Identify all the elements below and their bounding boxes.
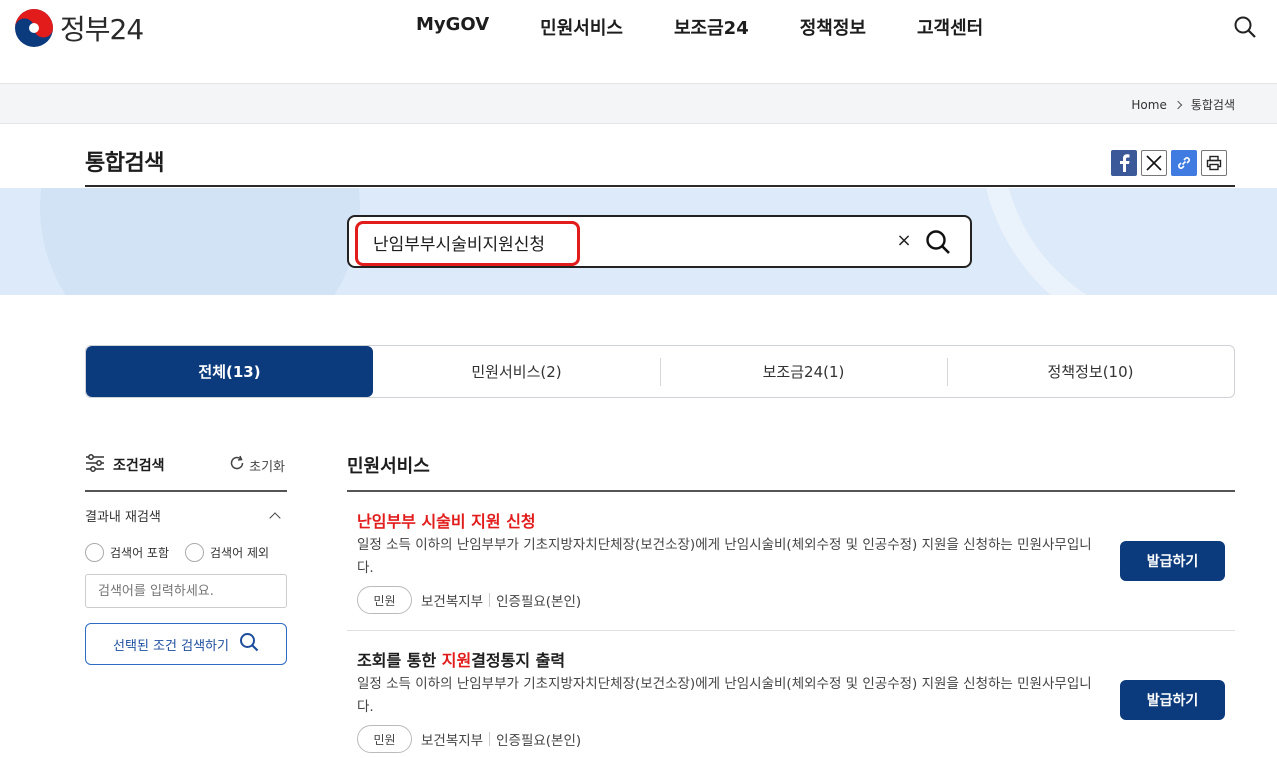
keyword-input[interactable]: [85, 574, 287, 608]
include-label: 검색어 포함: [110, 546, 170, 560]
sliders-icon: [85, 454, 105, 476]
print-icon[interactable]: [1201, 150, 1227, 176]
breadcrumb-current: 통합검색: [1190, 98, 1235, 112]
condition-search-button[interactable]: 선택된 조건 검색하기: [85, 623, 287, 665]
auth-required: 인증필요(본인): [496, 733, 582, 749]
link-copy-icon[interactable]: [1171, 150, 1197, 176]
page-title: 통합검색: [85, 151, 164, 176]
exclude-label: 검색어 제외: [210, 546, 270, 560]
result-description: 일정 소득 이하의 난임부부가 기초지방자치단체장(보건소장)에게 난임시술비(…: [357, 676, 1092, 715]
logo[interactable]: 정부24: [14, 8, 144, 48]
result-tabs: 전체(13) 민원서비스(2) 보조금24(1) 정책정보(10): [85, 345, 1235, 398]
radio-circle[interactable]: [85, 543, 104, 562]
decorative-circle: [40, 188, 360, 295]
result-divider: [347, 630, 1235, 631]
category-chip: 민원: [357, 725, 412, 753]
recheck-toggle[interactable]: 결과내 재검색: [85, 506, 287, 525]
filter-title-label: 조건검색: [113, 458, 165, 474]
nav-minwon[interactable]: 민원서비스: [540, 14, 623, 40]
result-item: 난임부부 시술비 지원 신청 일정 소득 이하의 난임부부가 기초지방자치단체장…: [347, 508, 1235, 618]
title-text: 결정통지 출력: [471, 651, 566, 670]
search-submit-icon[interactable]: [924, 228, 952, 256]
result-title[interactable]: 난임부부 시술비 지원 신청: [357, 508, 536, 532]
title-text: 조회를 통한: [357, 651, 442, 670]
search-icon[interactable]: [1233, 15, 1257, 39]
breadcrumb-bar: Home 통합검색: [0, 84, 1277, 124]
search-band: ×: [0, 188, 1277, 295]
title-highlight: 난임부부 시술비 지원 신청: [357, 512, 536, 531]
nav-subsidy[interactable]: 보조금24: [674, 14, 749, 40]
filter-title: 조건검색: [85, 454, 165, 476]
filter-header: 조건검색 초기화: [85, 450, 287, 492]
include-radio[interactable]: 검색어 포함: [85, 543, 169, 562]
result-meta: 민원 보건복지부 인증필요(본인): [357, 725, 581, 753]
condition-search-label: 선택된 조건 검색하기: [113, 638, 229, 654]
result-item: 조회를 통한 지원결정통지 출력 일정 소득 이하의 난임부부가 기초지방자치단…: [347, 647, 1235, 757]
logo-text: 정부24: [60, 13, 144, 46]
keyword-mode: 검색어 포함 검색어 제외: [85, 543, 287, 562]
radio-circle[interactable]: [185, 543, 205, 562]
meta-separator: [489, 732, 491, 746]
result-description: 일정 소득 이하의 난임부부가 기초지방자치단체장(보건소장)에게 난임시술비(…: [357, 537, 1092, 576]
result-meta: 민원 보건복지부 인증필요(본인): [357, 586, 581, 614]
agency: 보건복지부: [421, 594, 484, 610]
breadcrumb: Home 통합검색: [1131, 96, 1235, 113]
agency: 보건복지부: [421, 733, 484, 749]
main-nav: MyGOV 민원서비스 보조금24 정책정보 고객센터: [416, 14, 1034, 40]
title-divider: [85, 185, 1235, 187]
issue-button[interactable]: 발급하기: [1120, 680, 1225, 720]
result-title[interactable]: 조회를 통한 지원결정통지 출력: [357, 647, 565, 671]
share-buttons: [1111, 150, 1227, 176]
tab-minwon[interactable]: 민원서비스(2): [373, 346, 660, 397]
section-divider: [347, 490, 1235, 492]
decorative-ring: [980, 188, 1277, 295]
category-chip: 민원: [357, 586, 412, 614]
filter-panel: 조건검색 초기화 결과내 재검색 검색어 포함 검색어 제외 선택된 조건 검색…: [85, 450, 287, 665]
auth-required: 인증필요(본인): [496, 594, 582, 610]
reset-label: 초기화: [249, 459, 285, 475]
search-input[interactable]: [373, 229, 873, 255]
clear-icon[interactable]: ×: [894, 231, 914, 251]
nav-mygov[interactable]: MyGOV: [416, 14, 489, 40]
nav-policy[interactable]: 정책정보: [800, 14, 866, 40]
tab-subsidy[interactable]: 보조금24(1): [660, 346, 947, 397]
breadcrumb-home[interactable]: Home: [1131, 98, 1166, 112]
x-twitter-icon[interactable]: [1141, 150, 1167, 176]
tab-all[interactable]: 전체(13): [86, 346, 373, 397]
search-icon: [239, 632, 259, 656]
taegeuk-logo-icon: [14, 8, 54, 48]
recheck-label: 결과내 재검색: [85, 510, 161, 525]
chevron-up-icon: [269, 511, 281, 524]
nav-support[interactable]: 고객센터: [917, 14, 983, 40]
tab-policy[interactable]: 정책정보(10): [947, 346, 1234, 397]
site-header: 정부24 MyGOV 민원서비스 보조금24 정책정보 고객센터: [0, 0, 1277, 84]
section-title: 민원서비스: [347, 456, 430, 477]
meta-separator: [489, 593, 491, 607]
chevron-right-icon: [1173, 100, 1183, 109]
reset-button[interactable]: 초기화: [229, 455, 285, 475]
title-highlight: 지원: [441, 651, 472, 670]
search-box: ×: [347, 215, 972, 268]
refresh-icon: [229, 455, 245, 475]
exclude-radio[interactable]: 검색어 제외: [185, 543, 269, 562]
facebook-icon[interactable]: [1111, 150, 1137, 176]
issue-button[interactable]: 발급하기: [1120, 541, 1225, 581]
